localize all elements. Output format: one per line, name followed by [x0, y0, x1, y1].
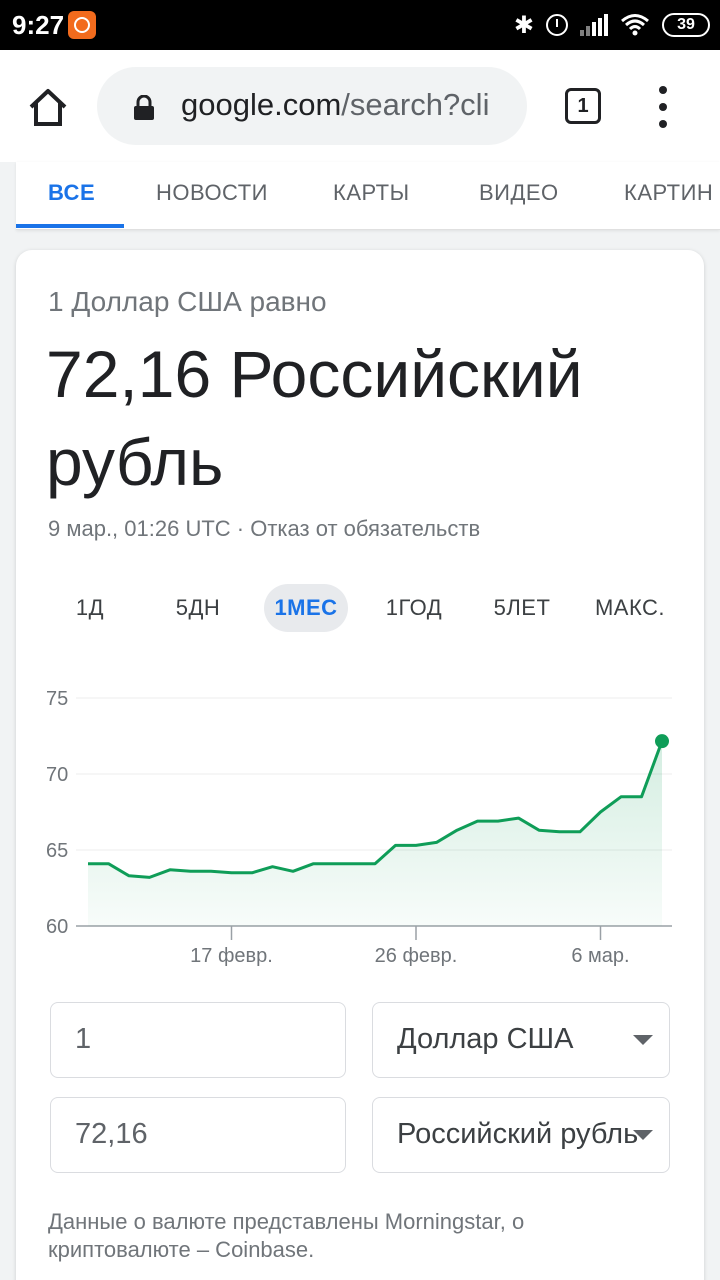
to-currency-select[interactable]: Российский рубль: [372, 1097, 670, 1173]
x-tick-label: 17 февр.: [190, 945, 273, 967]
currency-converter-card: 1 Доллар США равно 72,16 Российский рубл…: [16, 250, 704, 1280]
status-icons: ✱ 39: [514, 10, 710, 40]
exchange-rate-chart[interactable]: 75 70 65 60 17 февр. 26 февр. 6 мар.: [16, 660, 704, 980]
bluetooth-icon: ✱: [513, 11, 534, 39]
y-tick-label: 65: [46, 840, 68, 862]
range-max[interactable]: МАКС.: [584, 584, 676, 632]
to-amount-value: 72,16: [75, 1118, 148, 1150]
dropdown-arrow-icon: [633, 1035, 653, 1045]
lock-icon: [134, 95, 154, 120]
wifi-icon: [621, 14, 649, 36]
range-5y[interactable]: 5ЛЕТ: [482, 584, 562, 632]
active-tab-indicator: [16, 224, 124, 228]
x-tick-label: 6 мар.: [571, 945, 629, 967]
current-value-dot: [655, 734, 669, 749]
signal-icon: [580, 14, 608, 36]
url-text[interactable]: google.com/search?cli: [181, 87, 507, 123]
tab-video[interactable]: ВИДЕО: [479, 180, 559, 206]
alarm-icon: [546, 14, 568, 36]
y-tick-label: 70: [46, 764, 68, 786]
tab-images[interactable]: КАРТИН: [624, 180, 713, 206]
conversion-result: 72,16 Российский рубль: [46, 337, 583, 499]
to-amount-input[interactable]: 72,16: [50, 1097, 346, 1173]
more-vert-icon[interactable]: [655, 86, 671, 128]
y-tick-label: 75: [46, 688, 68, 710]
tab-news[interactable]: НОВОСТИ: [156, 180, 268, 206]
home-icon[interactable]: [26, 85, 70, 129]
tab-switcher-button[interactable]: 1: [565, 88, 601, 124]
battery-indicator: 39: [662, 13, 710, 37]
url-path: /search?cli: [341, 87, 490, 122]
status-time: 9:27: [12, 10, 65, 40]
to-currency-value: Российский рубль: [397, 1118, 639, 1150]
browser-toolbar: google.com/search?cli 1: [0, 50, 720, 162]
dropdown-arrow-icon: [633, 1130, 653, 1140]
from-amount-value: 1: [75, 1023, 92, 1055]
range-1d[interactable]: 1Д: [56, 584, 124, 632]
range-1m[interactable]: 1МЕС: [264, 584, 348, 632]
range-selector: 1Д 5ДН 1МЕС 1ГОД 5ЛЕТ МАКС.: [16, 584, 704, 632]
status-bar: 9:27 ✱ 39: [0, 0, 720, 50]
url-domain: google.com: [181, 87, 342, 122]
series-area: [88, 741, 662, 926]
equals-label: 1 Доллар США равно: [48, 286, 327, 317]
from-amount-input[interactable]: 1: [50, 1002, 346, 1078]
from-currency-value: Доллар США: [397, 1023, 574, 1055]
address-bar[interactable]: google.com/search?cli: [97, 67, 527, 145]
notification-app-icon: [68, 11, 96, 39]
search-category-tabs: ВСЕ НОВОСТИ КАРТЫ ВИДЕО КАРТИН: [16, 162, 720, 230]
y-tick-label: 60: [46, 916, 68, 938]
range-1y[interactable]: 1ГОД: [372, 584, 456, 632]
range-5d[interactable]: 5ДН: [158, 584, 238, 632]
data-source-note: Данные о валюте представлены Morningstar…: [48, 1209, 525, 1262]
from-currency-select[interactable]: Доллар США: [372, 1002, 670, 1078]
x-tick-label: 26 февр.: [375, 945, 458, 967]
timestamp-disclaimer: 9 мар., 01:26 UTC · Отказ от обязательст…: [48, 516, 481, 541]
tab-all[interactable]: ВСЕ: [48, 180, 95, 206]
tab-maps[interactable]: КАРТЫ: [333, 180, 410, 206]
